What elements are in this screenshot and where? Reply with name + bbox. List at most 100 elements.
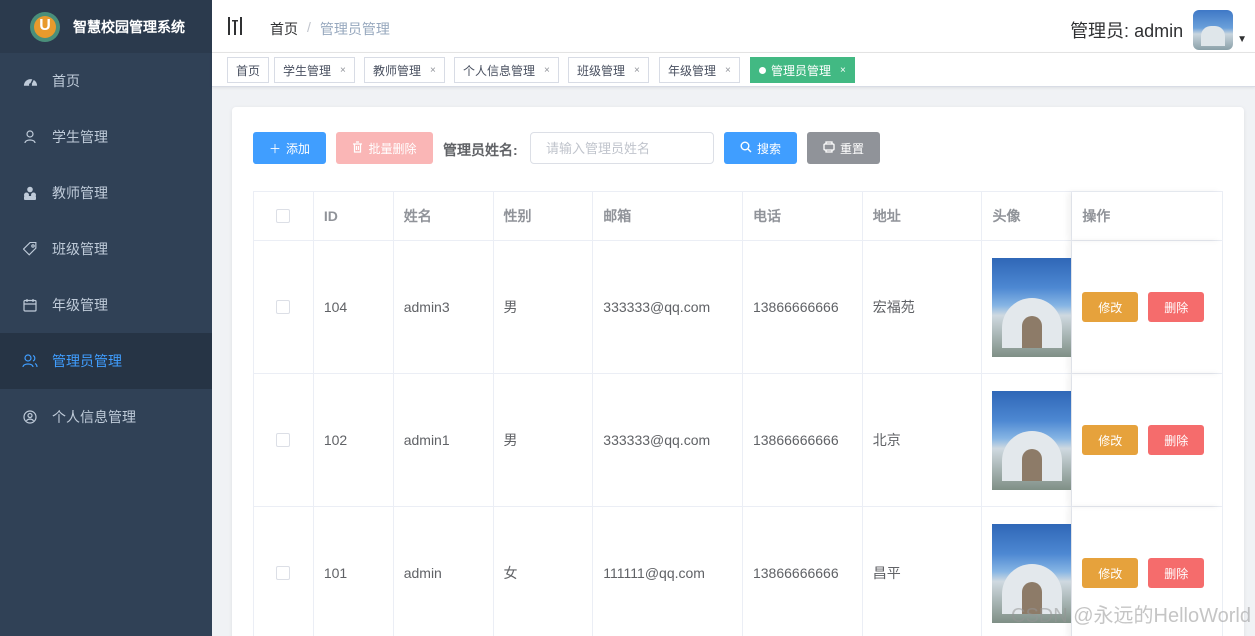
breadcrumb-home[interactable]: 首页 xyxy=(270,19,298,39)
tags-view: 首页 学生管理 × 教师管理 × 个人信息管理 × 班级管理 × 年级管理 × 管理员管理… xyxy=(212,53,1255,87)
cell-phone: 13866666666 xyxy=(743,507,863,636)
close-icon[interactable]: × xyxy=(340,65,346,76)
admin-icon xyxy=(22,353,38,369)
avatar[interactable] xyxy=(1193,10,1234,50)
avatar-image[interactable] xyxy=(992,257,1072,357)
peoples-icon xyxy=(22,185,38,201)
table-row: 102 admin1 男 333333@qq.com 13866666666 北… xyxy=(254,374,1222,507)
close-icon[interactable]: × xyxy=(544,65,550,76)
cell-address: 北京 xyxy=(863,374,983,506)
sidebar-item-label: 班级管理 xyxy=(52,241,108,257)
close-icon[interactable]: × xyxy=(840,65,846,76)
tag-admins[interactable]: 管理员管理 × xyxy=(750,57,855,83)
close-icon[interactable]: × xyxy=(430,65,436,76)
cell-avatar xyxy=(982,374,1073,506)
delete-button[interactable]: 删除 xyxy=(1148,425,1205,455)
select-all-cell xyxy=(254,192,314,240)
watermark: CSDN @永远的HelloWorld xyxy=(1011,605,1251,627)
tag-classes[interactable]: 班级管理 × xyxy=(568,57,649,83)
app-title: 智慧校园管理系统 xyxy=(73,18,185,35)
sidebar-item-label: 个人信息管理 xyxy=(52,409,136,425)
admin-table: ID 姓名 性别 邮箱 电话 地址 头像 操作 104 admin3 男 333… xyxy=(253,191,1223,636)
breadcrumb-current: 管理员管理 xyxy=(319,21,390,37)
cell-email: 111111@qq.com xyxy=(593,507,743,636)
caret-down-icon[interactable]: ▼ xyxy=(1237,34,1247,45)
sidebar-item-label: 年级管理 xyxy=(52,297,108,313)
avatar-image[interactable] xyxy=(992,390,1072,490)
tag-label: 班级管理 xyxy=(577,63,626,78)
cell-name: admin3 xyxy=(394,241,494,373)
sidebar-item-classes[interactable]: 班级管理 xyxy=(0,221,212,277)
search-button[interactable]: 搜索 xyxy=(724,132,797,164)
user-menu[interactable]: 管理员: admin ▼ xyxy=(1070,10,1247,50)
sidebar-item-label: 学生管理 xyxy=(52,129,108,145)
edit-button[interactable]: 修改 xyxy=(1082,558,1139,588)
table-header: ID 姓名 性别 邮箱 电话 地址 头像 操作 xyxy=(254,192,1222,241)
tag-label: 个人信息管理 xyxy=(463,63,536,78)
close-icon[interactable]: × xyxy=(634,65,640,76)
reset-button-label: 重置 xyxy=(839,141,864,156)
column-header: ID xyxy=(314,192,394,240)
breadcrumb: 首页 / 管理员管理 xyxy=(270,19,390,39)
cell-email: 333333@qq.com xyxy=(593,374,743,506)
delete-button[interactable]: 删除 xyxy=(1148,558,1205,588)
close-icon[interactable]: × xyxy=(725,65,731,76)
cell-actions: 修改 删除 xyxy=(1072,374,1222,506)
delete-button[interactable]: 删除 xyxy=(1148,292,1205,322)
select-all-checkbox[interactable] xyxy=(276,209,291,223)
trash-icon xyxy=(352,140,363,156)
cell-phone: 13866666666 xyxy=(743,374,863,506)
cell-id: 101 xyxy=(314,507,394,636)
sidebar-item-label: 管理员管理 xyxy=(52,353,122,369)
cell-sex: 男 xyxy=(494,241,594,373)
column-header: 电话 xyxy=(743,192,863,240)
calendar-icon xyxy=(22,297,38,313)
tag-label: 管理员管理 xyxy=(771,63,832,78)
sidebar-item-grades[interactable]: 年级管理 xyxy=(0,277,212,333)
tag-profile[interactable]: 个人信息管理 × xyxy=(454,57,559,83)
row-checkbox[interactable] xyxy=(276,300,291,314)
hamburger-icon[interactable] xyxy=(228,17,244,35)
user-icon xyxy=(22,129,38,145)
row-checkbox[interactable] xyxy=(276,433,291,447)
row-select-cell xyxy=(254,507,314,636)
sidebar-item-label: 教师管理 xyxy=(52,185,108,201)
edit-button[interactable]: 修改 xyxy=(1082,292,1139,322)
column-header: 姓名 xyxy=(394,192,494,240)
cell-avatar xyxy=(982,241,1073,373)
cell-sex: 女 xyxy=(494,507,594,636)
cell-sex: 男 xyxy=(494,374,594,506)
row-select-cell xyxy=(254,241,314,373)
refresh-icon xyxy=(823,140,835,156)
tag-home[interactable]: 首页 xyxy=(227,57,270,83)
batch-delete-button[interactable]: 批量删除 xyxy=(336,132,433,164)
sidebar-item-students[interactable]: 学生管理 xyxy=(0,109,212,165)
search-label: 管理员姓名: xyxy=(443,142,518,158)
sidebar-item-admins[interactable]: 管理员管理 xyxy=(0,333,212,389)
tag-students[interactable]: 学生管理 × xyxy=(274,57,355,83)
add-button-label: 添加 xyxy=(286,141,311,156)
tag-grades[interactable]: 年级管理 × xyxy=(659,57,740,83)
add-button[interactable]: ＋ 添加 xyxy=(253,132,326,164)
batch-delete-label: 批量删除 xyxy=(368,141,417,156)
sidebar-item-home[interactable]: 首页 xyxy=(0,53,212,109)
admin-name-search-input[interactable] xyxy=(530,132,714,164)
cell-address: 宏福苑 xyxy=(863,241,983,373)
cell-name: admin1 xyxy=(394,374,494,506)
active-dot-icon xyxy=(759,66,766,74)
reset-button[interactable]: 重置 xyxy=(807,132,880,164)
cell-phone: 13866666666 xyxy=(743,241,863,373)
row-checkbox[interactable] xyxy=(276,566,291,580)
edit-button[interactable]: 修改 xyxy=(1082,425,1139,455)
sidebar-item-label: 首页 xyxy=(52,73,80,89)
tag-teachers[interactable]: 教师管理 × xyxy=(364,57,445,83)
search-icon xyxy=(740,141,752,156)
tag-label: 学生管理 xyxy=(283,63,332,78)
logo-icon xyxy=(30,11,60,42)
plus-icon: ＋ xyxy=(268,141,281,156)
sidebar-item-profile[interactable]: 个人信息管理 xyxy=(0,389,212,445)
sidebar-item-teachers[interactable]: 教师管理 xyxy=(0,165,212,221)
tag-label: 教师管理 xyxy=(373,63,422,78)
table-row: 104 admin3 男 333333@qq.com 13866666666 宏… xyxy=(254,241,1222,374)
profile-icon xyxy=(22,409,38,425)
